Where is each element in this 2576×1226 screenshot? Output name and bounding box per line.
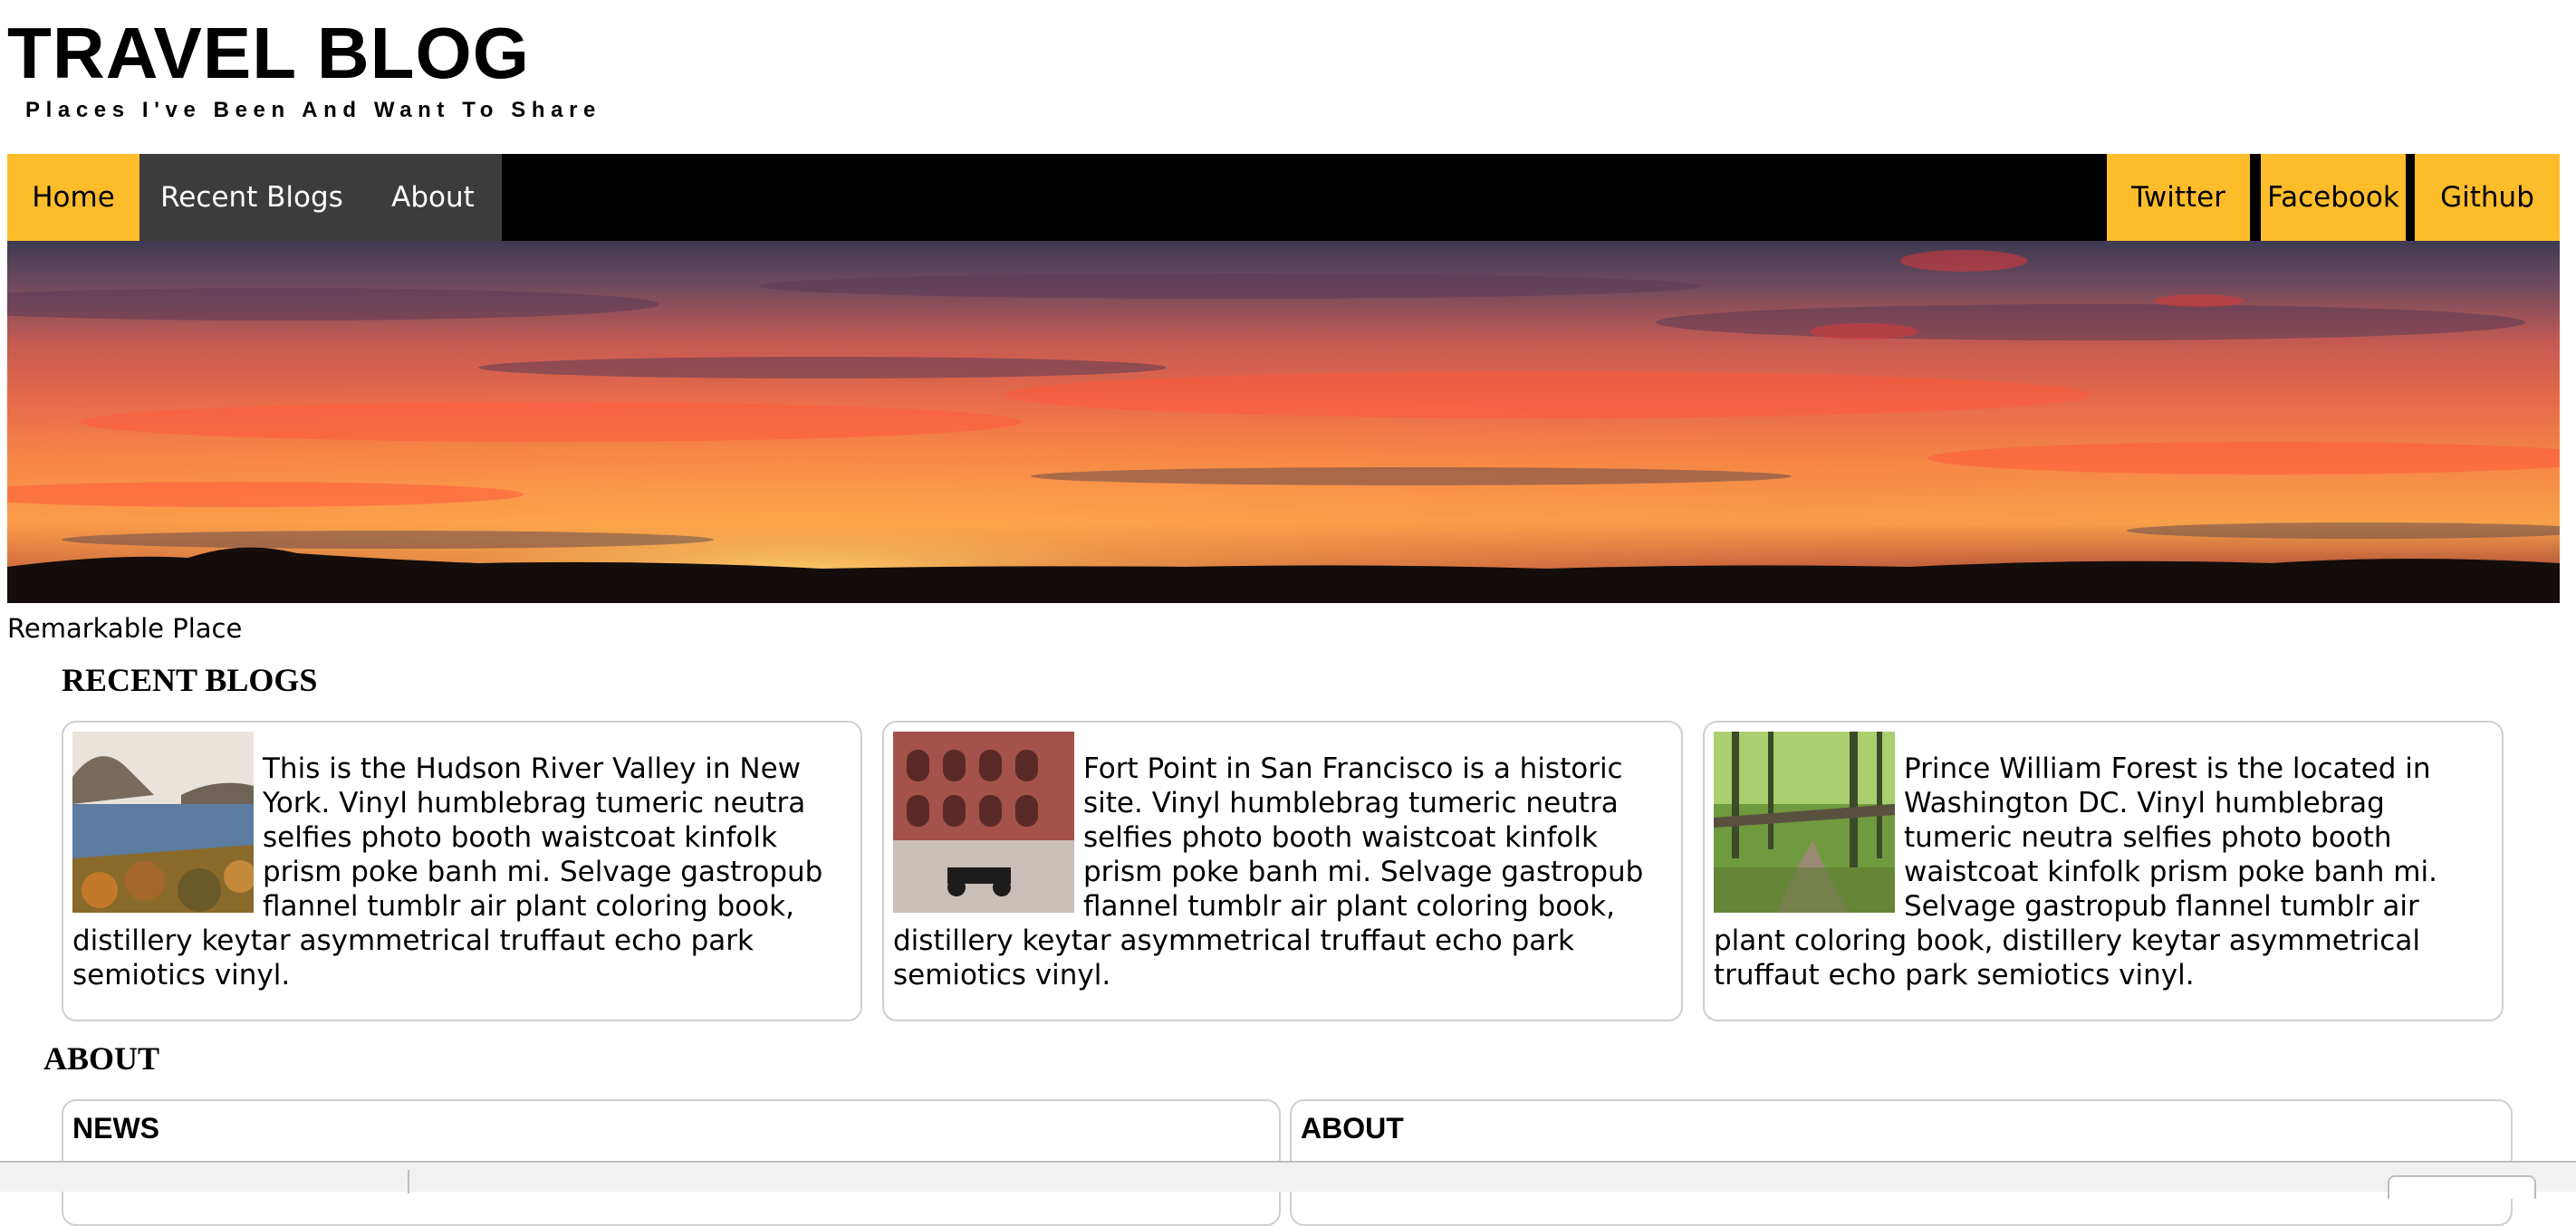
site-header: TRAVEL BLOG Places I've Been And Want To… [7,0,2560,154]
nav-facebook-link[interactable]: Facebook [2261,154,2406,241]
news-box-title: NEWS [72,1112,159,1145]
recent-blogs-heading: RECENT BLOGS [62,662,318,698]
toolbar-divider [408,1170,409,1193]
blog-card-prince-william-forest[interactable]: Prince William Forest is the located in … [1703,721,2504,1021]
forest-trail-photo-icon[interactable] [1714,732,1895,913]
fort-point-photo-icon[interactable] [893,732,1074,913]
about-heading: ABOUT [43,1040,160,1077]
hero-sunset-image [7,241,2560,603]
nav-about-link[interactable]: About [364,154,502,241]
site-title[interactable]: TRAVEL BLOG [7,13,530,94]
sunset-illustration [7,241,2560,603]
page: TRAVEL BLOG Places I've Been And Want To… [7,0,2560,1226]
main-navbar: Home Recent Blogs About Twitter Facebook… [7,154,2560,241]
blog-card-fort-point[interactable]: Fort Point in San Francisco is a histori… [882,721,1683,1021]
hudson-river-valley-photo-icon[interactable] [72,732,254,913]
nav-recent-blogs-link[interactable]: Recent Blogs [139,154,364,241]
toolbar-button[interactable] [2388,1175,2536,1199]
nav-twitter-link[interactable]: Twitter [2107,154,2250,241]
hero-caption: Remarkable Place [7,613,243,644]
site-tagline: Places I've Been And Want To Share [25,98,601,122]
blog-card-hudson[interactable]: This is the Hudson River Valley in New Y… [62,721,862,1021]
nav-github-link[interactable]: Github [2415,154,2560,241]
about-box-title: ABOUT [1301,1112,1404,1145]
bottom-toolbar [0,1161,2576,1199]
nav-home-link[interactable]: Home [7,154,139,241]
